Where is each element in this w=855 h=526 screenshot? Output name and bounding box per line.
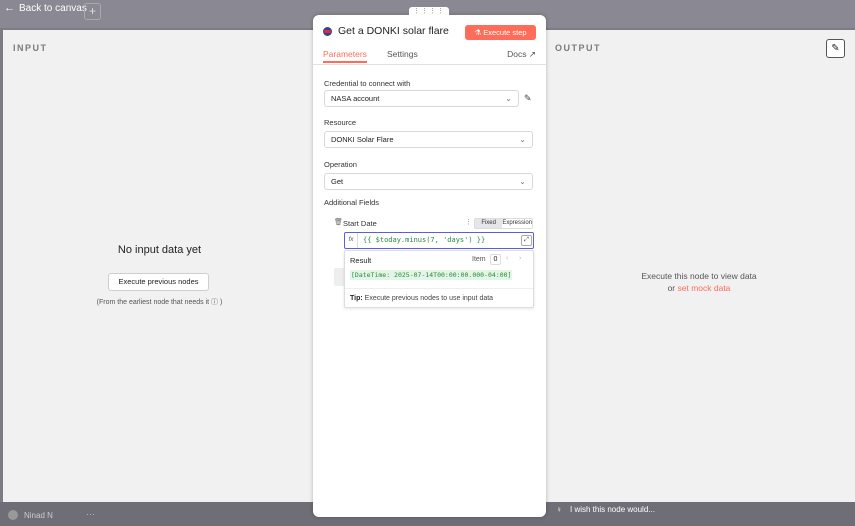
tab-settings[interactable]: Settings	[387, 49, 418, 59]
resource-label: Resource	[324, 118, 357, 127]
options-icon[interactable]: ⋮	[465, 218, 472, 226]
flask-icon: ⚗	[474, 28, 484, 37]
input-panel-title: INPUT	[13, 43, 48, 53]
pencil-icon: ✎	[831, 43, 840, 54]
input-panel: INPUT No input data yet Execute previous…	[3, 30, 316, 502]
node-parameters-modal: ⋮⋮⋮⋮ Get a DONKI solar flare ⚗ Execute s…	[313, 7, 546, 517]
execute-step-label: Execute step	[483, 28, 527, 37]
expression-input[interactable]: fx {{ $today.minus(7, 'days') }} ⤢	[344, 232, 534, 249]
output-message: Execute this node to view data or set mo…	[543, 270, 855, 294]
edit-credential-icon[interactable]: ✎	[524, 93, 532, 104]
resource-value: DONKI Solar Flare	[331, 135, 394, 144]
fx-icon: fx	[345, 233, 358, 248]
chevron-right-icon[interactable]: ›	[519, 255, 521, 262]
credential-select[interactable]: NASA account ⌄	[324, 90, 519, 107]
expression-result-popup: Result Item 0 ‹ › [DateTime: 2025-07-14T…	[344, 250, 534, 308]
execute-previous-hint: (From the earliest node that needs it ⓘ …	[96, 299, 223, 306]
set-mock-data-link[interactable]: set mock data	[678, 283, 731, 293]
drag-handle[interactable]: ⋮⋮⋮⋮	[409, 7, 449, 17]
user-more-icon[interactable]: ···	[86, 509, 95, 519]
operation-select[interactable]: Get ⌄	[324, 173, 533, 190]
credential-label: Credential to connect with	[324, 79, 411, 88]
lightbulb-icon: ♀	[556, 505, 562, 514]
result-value: [DateTime: 2025-07-14T00:00:00.000-04:00…	[350, 270, 513, 280]
no-input-title: No input data yet	[117, 244, 202, 256]
execute-step-button[interactable]: ⚗ Execute step	[465, 25, 536, 40]
credential-value: NASA account	[331, 94, 380, 103]
operation-label: Operation	[324, 160, 357, 169]
node-tabs: Parameters Settings Docs ↗	[313, 47, 546, 65]
tab-parameters[interactable]: Parameters	[323, 49, 367, 63]
start-date-label: Start Date	[343, 219, 377, 228]
user-menu[interactable]: Ninad N	[8, 510, 53, 520]
tip-text: Tip: Execute previous nodes to use input…	[345, 288, 533, 308]
node-title[interactable]: Get a DONKI solar flare	[338, 25, 449, 37]
start-date-row: 🗑 Start Date ⋮ Fixed Expression	[334, 218, 534, 230]
tip-bold: Tip:	[350, 295, 363, 302]
back-to-canvas-label: Back to canvas	[19, 2, 87, 14]
toggle-expression[interactable]: Expression	[502, 219, 532, 228]
output-panel: OUTPUT ✎ Execute this node to view data …	[543, 30, 855, 502]
output-message-line1: Execute this node to view data	[641, 271, 757, 281]
operation-value: Get	[331, 177, 344, 186]
chevron-down-icon: ⌄	[519, 177, 526, 186]
result-label: Result	[350, 256, 372, 265]
execute-previous-nodes-button[interactable]: Execute previous nodes	[108, 273, 209, 291]
item-label: Item	[472, 256, 486, 263]
back-to-canvas-link[interactable]: ← Back to canvas	[4, 2, 87, 14]
output-panel-title: OUTPUT	[555, 43, 601, 53]
user-name: Ninad N	[24, 510, 53, 520]
hidden-button-edge	[334, 268, 344, 286]
tab-docs[interactable]: Docs ↗	[507, 49, 536, 60]
feedback-link[interactable]: ♀ I wish this node would...	[556, 505, 655, 514]
canvas-add-button[interactable]: +	[84, 3, 101, 20]
output-message-or: or	[667, 283, 678, 293]
expand-icon[interactable]: ⤢	[521, 235, 532, 246]
tip-body: Execute previous nodes to use input data	[362, 295, 494, 302]
trash-icon[interactable]: 🗑	[334, 218, 343, 226]
chevron-down-icon: ⌄	[505, 94, 512, 103]
edit-output-button[interactable]: ✎	[826, 39, 845, 58]
expression-text[interactable]: {{ $today.minus(7, 'days') }}	[363, 236, 485, 244]
avatar	[8, 510, 18, 520]
feedback-label: I wish this node would...	[570, 505, 655, 514]
fixed-expression-toggle[interactable]: Fixed Expression	[474, 218, 533, 229]
toggle-fixed[interactable]: Fixed	[475, 219, 503, 228]
chevron-down-icon: ⌄	[519, 135, 526, 144]
resource-select[interactable]: DONKI Solar Flare ⌄	[324, 131, 533, 148]
arrow-left-icon: ←	[4, 2, 15, 14]
chevron-left-icon[interactable]: ‹	[506, 255, 508, 262]
item-number-input[interactable]: 0	[490, 254, 501, 265]
additional-fields-label: Additional Fields	[324, 198, 380, 207]
nasa-logo-icon	[323, 27, 332, 36]
